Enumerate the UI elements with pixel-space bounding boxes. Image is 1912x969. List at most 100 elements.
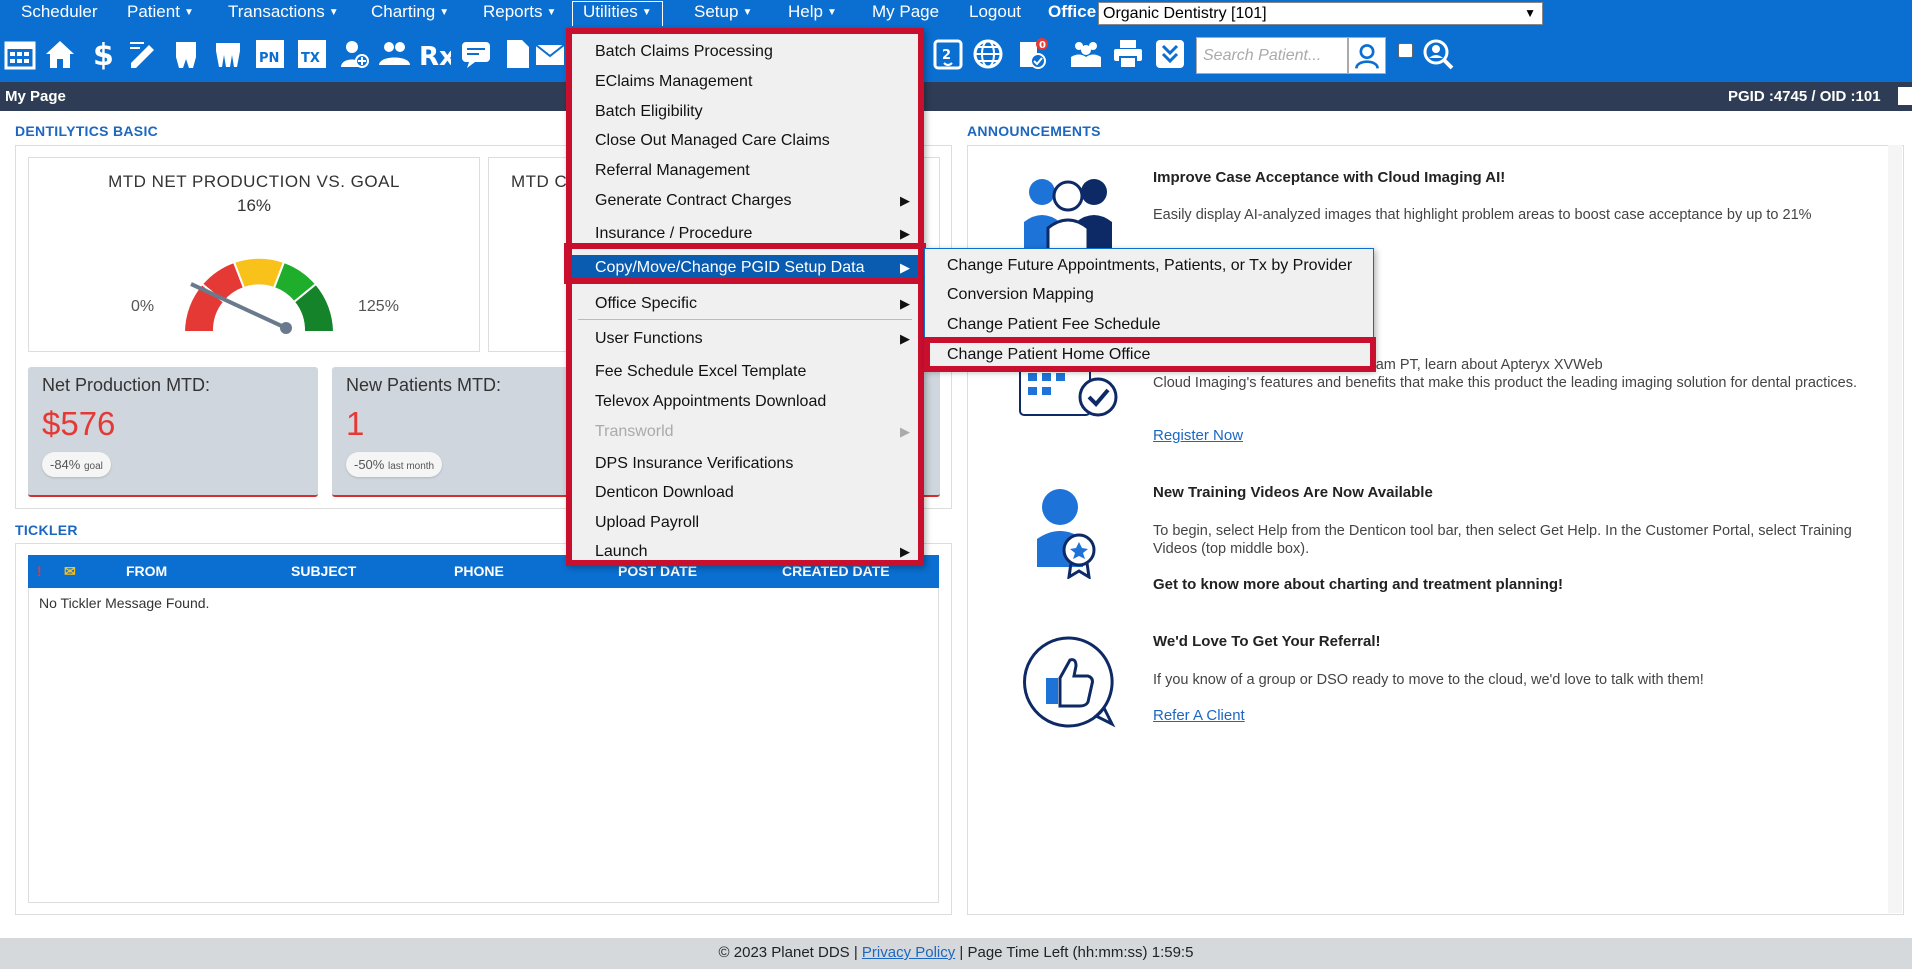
toggle-checkbox[interactable] — [1398, 43, 1413, 58]
menu-item-fee-schedule-template[interactable]: Fee Schedule Excel Template — [572, 359, 918, 385]
menu-item-batch-eligibility[interactable]: Batch Eligibility — [572, 99, 918, 125]
patient-search-icon[interactable] — [1348, 37, 1386, 74]
menu-item-transworld: Transworld ▶ — [572, 419, 918, 445]
submenu-arrow-icon: ▶ — [900, 260, 910, 275]
main-menu-bar: Scheduler Patient ▼ Transactions ▼ Chartin… — [0, 0, 1912, 26]
menu-item-user-functions[interactable]: User Functions ▶ — [572, 326, 918, 352]
message-icon[interactable] — [458, 36, 494, 72]
progress-notes-icon[interactable]: PN — [252, 36, 288, 72]
menu-item-office-specific[interactable]: Office Specific ▶ — [572, 291, 918, 317]
user-search-icon[interactable] — [1420, 36, 1456, 72]
net-production-card: Net Production MTD: $576 -84% goal — [28, 367, 318, 497]
calendar-icon[interactable] — [2, 36, 38, 72]
menu-item-launch[interactable]: Launch ▶ — [572, 539, 918, 565]
menu-item-referral-management[interactable]: Referral Management — [572, 158, 918, 184]
collapse-down-icon[interactable] — [1152, 36, 1188, 72]
col-from[interactable]: FROM — [126, 563, 167, 579]
edit-notes-icon[interactable] — [126, 36, 162, 72]
treatment-icon[interactable]: TX — [294, 36, 330, 72]
gauge-card-net-production: MTD NET PRODUCTION VS. GOAL 16% 0% 125% — [28, 157, 480, 352]
announcement-bold-3: Get to know more about charting and trea… — [1153, 576, 1564, 593]
menu-item-label: Launch — [595, 543, 648, 560]
menu-scheduler[interactable]: Scheduler — [21, 2, 98, 22]
people-icon — [1024, 179, 1112, 252]
home-icon[interactable] — [42, 36, 78, 72]
menu-item-close-out-claims[interactable]: Close Out Managed Care Claims — [572, 128, 918, 154]
menu-item-label: Transworld — [595, 423, 674, 440]
gauge-title-2: MTD C — [511, 172, 568, 191]
menu-item-eclaims[interactable]: EClaims Management — [572, 69, 918, 95]
announcement-title-1: Improve Case Acceptance with Cloud Imagi… — [1153, 169, 1506, 186]
group-icon[interactable] — [1068, 36, 1104, 72]
svg-text:PN: PN — [259, 51, 279, 66]
menu-utilities-label: Utilities — [583, 2, 638, 21]
submenu-arrow-icon: ▶ — [900, 193, 910, 208]
svg-text:TX: TX — [301, 51, 320, 66]
submenu-item-change-future-appointments[interactable]: Change Future Appointments, Patients, or… — [925, 252, 1373, 280]
menu-utilities[interactable]: Utilities ▼ — [572, 1, 663, 26]
submenu-item-change-fee-schedule[interactable]: Change Patient Fee Schedule — [925, 311, 1373, 339]
menu-item-contract-charges[interactable]: Generate Contract Charges ▶ — [572, 188, 918, 214]
submenu-arrow-icon: ▶ — [900, 331, 910, 346]
menu-logout[interactable]: Logout — [969, 2, 1021, 22]
search-patient-input[interactable]: Search Patient... — [1196, 37, 1348, 74]
menu-charting-label: Charting — [371, 2, 436, 21]
new-patients-value: 1 — [346, 405, 365, 442]
mail-icon[interactable] — [532, 36, 568, 72]
col-subject[interactable]: SUBJECT — [291, 563, 356, 579]
menu-my-page[interactable]: My Page — [872, 2, 939, 22]
menu-item-insurance-procedure[interactable]: Insurance / Procedure ▶ — [572, 221, 918, 247]
calendar-2-icon[interactable]: 2 — [930, 36, 966, 72]
thumbs-up-icon — [1023, 636, 1116, 728]
menu-item-label: Office Specific — [595, 295, 697, 312]
menu-item-upload-payroll[interactable]: Upload Payroll — [572, 510, 918, 536]
gauge-max-label: 125% — [356, 298, 399, 316]
submenu-arrow-icon: ▶ — [900, 424, 910, 439]
register-now-link[interactable]: Register Now — [1153, 427, 1243, 444]
print-icon[interactable] — [1898, 87, 1912, 105]
menu-item-dps-verifications[interactable]: DPS Insurance Verifications — [572, 451, 918, 477]
menu-item-copy-move-pgid[interactable]: Copy/Move/Change PGID Setup Data ▶ — [572, 255, 918, 281]
submenu-arrow-icon: ▶ — [900, 296, 910, 311]
menu-transactions[interactable]: Transactions ▼ — [228, 2, 339, 22]
notifications-icon[interactable]: 0 — [1014, 36, 1050, 72]
chevron-down-icon: ▼ — [546, 7, 557, 19]
tooth-icon[interactable] — [168, 36, 204, 72]
menu-help[interactable]: Help ▼ — [788, 2, 837, 22]
announcements-scrollbar[interactable] — [1888, 145, 1902, 913]
tickler-empty-message: No Tickler Message Found. — [39, 595, 210, 611]
refer-client-link[interactable]: Refer A Client — [1153, 707, 1245, 724]
prescription-icon[interactable]: Rx — [416, 36, 452, 72]
menu-patient[interactable]: Patient ▼ — [127, 2, 194, 22]
add-patient-icon[interactable] — [336, 36, 372, 72]
menu-item-denticon-download[interactable]: Denticon Download — [572, 480, 918, 506]
announcement-text-1: Easily display AI-analyzed images that h… — [1153, 207, 1812, 223]
privacy-policy-link[interactable]: Privacy Policy — [862, 944, 955, 961]
menu-reports[interactable]: Reports ▼ — [483, 2, 556, 22]
badge-suffix: goal — [83, 461, 103, 472]
menu-item-televox-download[interactable]: Televox Appointments Download — [572, 389, 918, 415]
menu-charting[interactable]: Charting ▼ — [371, 2, 449, 22]
net-production-badge: -84% goal — [42, 452, 111, 477]
chevron-down-icon: ▼ — [742, 7, 753, 19]
announcement-text-3: To begin, select Help from the Denticon … — [1153, 523, 1852, 557]
menu-patient-label: Patient — [127, 2, 180, 21]
document-icon[interactable] — [500, 36, 536, 72]
globe-icon[interactable] — [970, 36, 1006, 72]
menu-reports-label: Reports — [483, 2, 543, 21]
teeth-icon[interactable] — [210, 36, 246, 72]
menu-setup-label: Setup — [694, 2, 739, 21]
priority-icon: ! — [37, 563, 42, 579]
office-select[interactable]: Organic Dentistry [101] ▼ — [1098, 2, 1543, 25]
submenu-item-conversion-mapping[interactable]: Conversion Mapping — [925, 281, 1373, 309]
dollar-icon[interactable]: $ — [84, 36, 120, 72]
printer-icon[interactable] — [1110, 36, 1146, 72]
submenu-item-change-home-office[interactable]: Change Patient Home Office — [925, 341, 1373, 369]
icon-toolbar: $ PN TX Rx 2 0 Search Patient... — [0, 26, 1912, 82]
menu-setup[interactable]: Setup ▼ — [694, 2, 752, 22]
patient-family-icon[interactable] — [376, 36, 412, 72]
chevron-down-icon: ▼ — [1524, 6, 1536, 20]
col-phone[interactable]: PHONE — [454, 563, 504, 579]
menu-item-batch-claims[interactable]: Batch Claims Processing — [572, 39, 918, 65]
page-title: My Page — [5, 88, 66, 105]
